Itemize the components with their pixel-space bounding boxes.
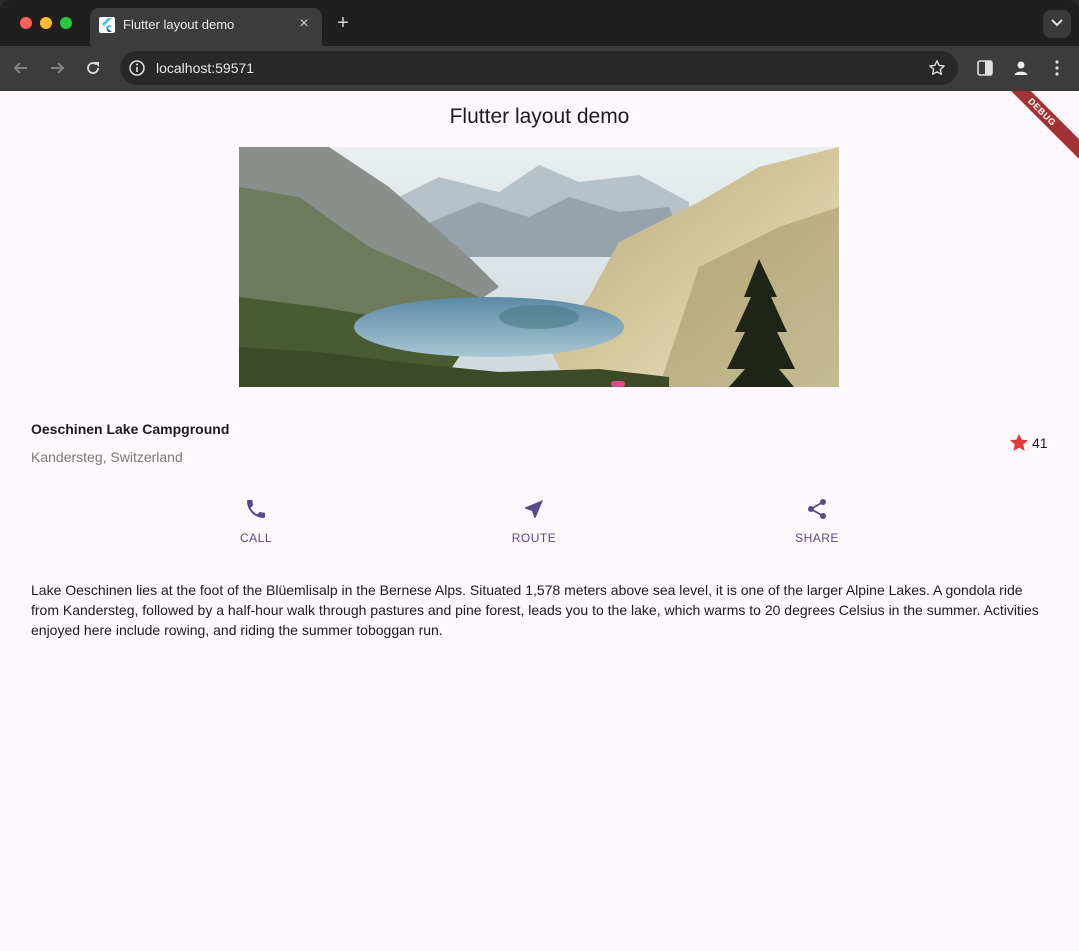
navigation-icon — [522, 497, 546, 521]
forward-button[interactable] — [46, 57, 68, 79]
share-icon — [805, 497, 829, 521]
more-menu-icon[interactable] — [1047, 58, 1067, 78]
lake-photo — [239, 147, 839, 387]
back-button[interactable] — [10, 57, 32, 79]
place-location: Kandersteg, Switzerland — [31, 449, 183, 465]
route-button[interactable]: ROUTE — [494, 497, 574, 545]
profile-icon[interactable] — [1011, 58, 1031, 78]
call-button[interactable]: CALL — [216, 497, 296, 545]
call-label: CALL — [239, 531, 273, 545]
minimize-window-button[interactable] — [40, 17, 52, 29]
forward-arrow-icon — [51, 62, 65, 74]
share-button[interactable]: SHARE — [777, 497, 857, 545]
address-bar[interactable]: localhost:59571 — [120, 51, 958, 85]
tab-search-button[interactable] — [1043, 10, 1071, 38]
bookmark-star-icon[interactable] — [928, 59, 946, 77]
browser-toolbar: localhost:59571 — [0, 46, 1079, 91]
reload-icon — [87, 62, 99, 74]
close-window-button[interactable] — [20, 17, 32, 29]
flutter-logo-icon — [99, 17, 115, 33]
browser-tab[interactable]: Flutter layout demo × — [90, 8, 322, 46]
maximize-window-button[interactable] — [60, 17, 72, 29]
app-page: Flutter layout demo DEBUG Oeschinen Lake… — [0, 91, 1079, 951]
share-label: SHARE — [795, 531, 839, 545]
place-description: Lake Oeschinen lies at the foot of the B… — [31, 582, 1039, 638]
phone-icon — [244, 497, 268, 521]
site-info-icon[interactable] — [128, 59, 146, 77]
route-label: ROUTE — [511, 531, 557, 545]
rating-count: 41 — [1032, 435, 1048, 451]
back-arrow-icon — [13, 62, 27, 74]
chevron-down-icon — [1051, 19, 1063, 27]
page-title: Flutter layout demo — [449, 105, 630, 128]
star-icon[interactable] — [1008, 432, 1030, 454]
place-name: Oeschinen Lake Campground — [31, 421, 230, 437]
debug-banner: DEBUG — [984, 91, 1079, 170]
url-text[interactable]: localhost:59571 — [156, 60, 254, 76]
tab-title: Flutter layout demo — [123, 17, 235, 32]
browser-title-bar: Flutter layout demo × + — [0, 0, 1079, 46]
new-tab-button[interactable]: + — [332, 12, 354, 34]
tab-close-icon[interactable]: × — [294, 14, 314, 34]
reload-button[interactable] — [82, 57, 104, 79]
side-panel-icon[interactable] — [975, 58, 995, 78]
